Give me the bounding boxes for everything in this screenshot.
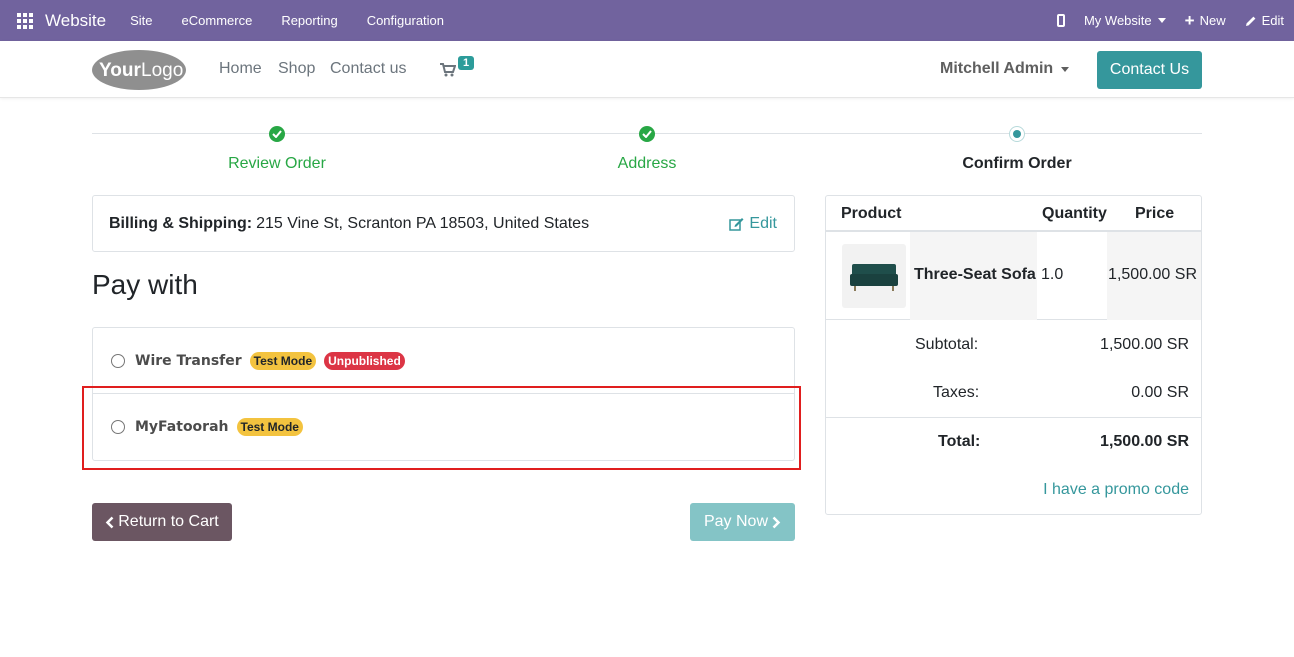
product-quantity: 1.0 bbox=[1041, 266, 1064, 283]
company-logo[interactable]: Your Logo bbox=[91, 48, 187, 91]
caret-down-icon bbox=[1157, 18, 1166, 23]
menu-configuration[interactable]: Configuration bbox=[367, 13, 444, 28]
highlight-annotation-box bbox=[82, 386, 801, 470]
wizard-step-confirm-order: Confirm Order bbox=[907, 126, 1127, 173]
wizard-step-label: Review Order bbox=[228, 155, 326, 172]
mobile-phone-icon bbox=[1056, 14, 1065, 27]
pencil-icon bbox=[1245, 15, 1257, 27]
check-circle-icon bbox=[269, 126, 285, 142]
payment-method-wire-transfer[interactable]: Wire Transfer Test Mode Unpublished bbox=[93, 328, 794, 394]
user-name: Mitchell Admin bbox=[940, 60, 1054, 77]
pay-with-heading: Pay with bbox=[92, 269, 198, 300]
wizard-step-address[interactable]: Address bbox=[537, 126, 757, 173]
total-label: Total: bbox=[938, 433, 981, 450]
apps-menu-icon[interactable] bbox=[17, 12, 33, 29]
chevron-right-icon bbox=[772, 516, 781, 528]
website-switcher-label: My Website bbox=[1083, 13, 1152, 28]
website-header: Your Logo Home Shop Contact us 1 Mitchel… bbox=[0, 41, 1294, 98]
app-name[interactable]: Website bbox=[45, 11, 106, 31]
svg-text:Logo: Logo bbox=[141, 60, 183, 81]
new-button[interactable]: + New bbox=[1185, 12, 1226, 29]
edit-address-label: Edit bbox=[749, 215, 777, 232]
pay-now-label: Pay Now bbox=[703, 513, 769, 530]
return-to-cart-button[interactable]: Return to Cart bbox=[92, 503, 232, 541]
billing-address: 215 Vine St, Scranton PA 18503, United S… bbox=[256, 214, 590, 232]
nav-contact-us[interactable]: Contact us bbox=[330, 60, 406, 78]
payment-method-name: Wire Transfer bbox=[135, 352, 242, 369]
plus-icon: + bbox=[1184, 11, 1195, 30]
summary-table-header: Product Quantity Price bbox=[826, 196, 1201, 232]
menu-site[interactable]: Site bbox=[130, 13, 152, 28]
contact-us-button[interactable]: Contact Us bbox=[1097, 51, 1202, 89]
test-mode-badge: Test Mode bbox=[249, 351, 317, 370]
check-circle-icon bbox=[639, 126, 655, 142]
pay-now-button[interactable]: Pay Now bbox=[690, 503, 795, 541]
edit-page-button[interactable]: Edit bbox=[1245, 13, 1284, 28]
menu-ecommerce[interactable]: eCommerce bbox=[182, 13, 253, 28]
product-image[interactable] bbox=[842, 244, 906, 308]
subtotal-label: Subtotal: bbox=[915, 336, 979, 353]
return-to-cart-label: Return to Cart bbox=[118, 513, 219, 530]
product-price: 1,500.00 SR bbox=[1108, 266, 1197, 283]
taxes-label: Taxes: bbox=[933, 384, 980, 401]
subtotal-value: 1,500.00 SR bbox=[1100, 336, 1189, 353]
column-price: Price bbox=[1135, 205, 1175, 222]
edit-icon bbox=[729, 218, 744, 231]
column-quantity: Quantity bbox=[1042, 205, 1107, 222]
user-menu[interactable]: Mitchell Admin bbox=[940, 60, 1070, 78]
menu-reporting[interactable]: Reporting bbox=[281, 13, 337, 28]
billing-shipping-card: Billing & Shipping: 215 Vine St, Scranto… bbox=[92, 195, 795, 252]
svg-text:Your: Your bbox=[99, 60, 141, 81]
order-summary: Product Quantity Price Three-Seat Sofa 1… bbox=[825, 195, 1202, 515]
billing-label: Billing & Shipping: bbox=[109, 214, 253, 232]
column-product: Product bbox=[841, 205, 902, 222]
shopping-cart-icon[interactable] bbox=[440, 63, 457, 82]
unpublished-badge: Unpublished bbox=[324, 351, 405, 370]
taxes-value: 0.00 SR bbox=[1131, 384, 1189, 401]
payment-radio[interactable] bbox=[111, 353, 125, 368]
edit-page-label: Edit bbox=[1261, 13, 1284, 28]
website-switcher[interactable]: My Website bbox=[1084, 13, 1166, 28]
total-value: 1,500.00 SR bbox=[1100, 433, 1189, 450]
nav-shop[interactable]: Shop bbox=[278, 60, 315, 78]
wizard-step-review-order[interactable]: Review Order bbox=[167, 126, 387, 173]
mobile-preview-button[interactable] bbox=[1056, 14, 1065, 27]
edit-address-link[interactable]: Edit bbox=[729, 215, 777, 233]
chevron-left-icon bbox=[105, 516, 114, 528]
nav-home[interactable]: Home bbox=[219, 60, 262, 78]
wizard-step-label: Confirm Order bbox=[962, 155, 1072, 172]
promo-code-link[interactable]: I have a promo code bbox=[1043, 481, 1189, 499]
product-name: Three-Seat Sofa bbox=[914, 266, 1036, 283]
new-button-label: New bbox=[1199, 13, 1226, 28]
current-step-dot-icon bbox=[1009, 126, 1025, 142]
wizard-step-label: Address bbox=[617, 155, 677, 172]
table-row: Three-Seat Sofa 1.0 1,500.00 SR bbox=[826, 232, 1201, 320]
admin-navbar: Website Site eCommerce Reporting Configu… bbox=[0, 0, 1294, 41]
caret-down-icon bbox=[1061, 66, 1070, 72]
cart-count-badge: 1 bbox=[458, 56, 475, 70]
